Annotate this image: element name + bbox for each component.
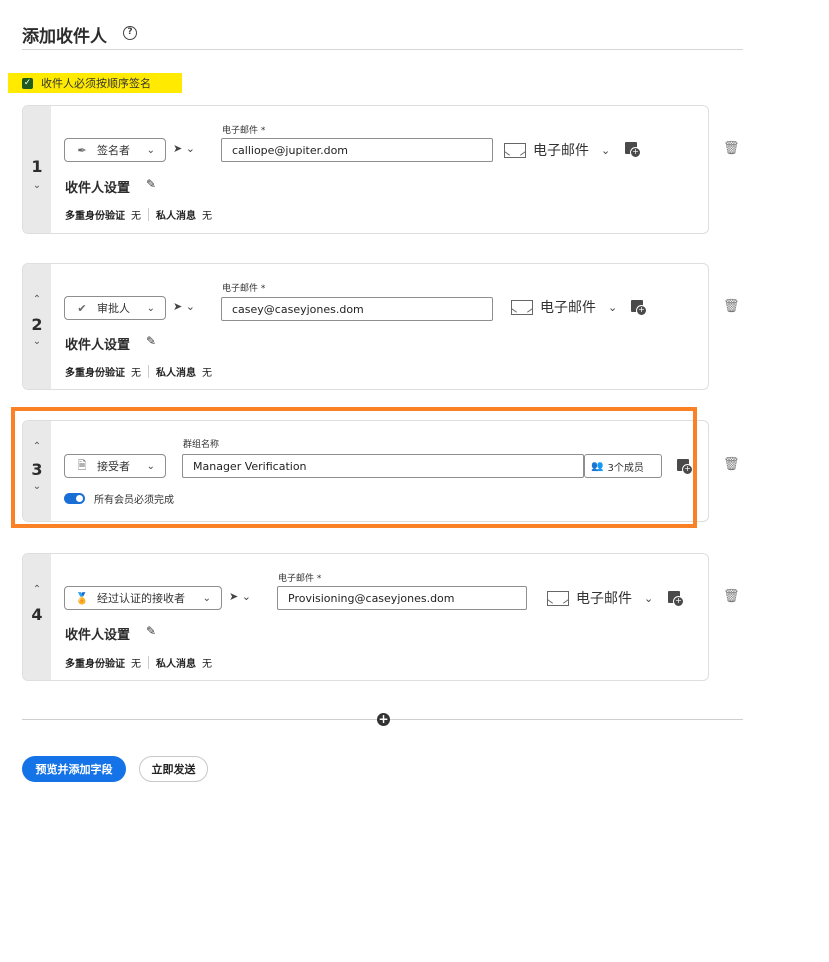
- order-gutter: ⌃ 2 ⌄: [23, 264, 51, 389]
- move-up-icon[interactable]: ⌃: [23, 584, 51, 595]
- delete-trash-icon[interactable]: 🗑: [723, 589, 740, 604]
- preview-add-fields-button[interactable]: 预览并添加字段: [22, 756, 126, 782]
- recipient-meta: 多重身份验证 无 私人消息 无: [65, 207, 212, 222]
- send-now-button[interactable]: 立即发送: [139, 756, 208, 782]
- divider: [22, 49, 743, 50]
- message-value: 无: [202, 368, 212, 379]
- mfa-value: 无: [131, 211, 141, 222]
- recipient-card-4: ⌃ 4 🏅 经过认证的接收者 ⌄ ➤ ⌄ 电子邮件 * Provisioning…: [22, 553, 709, 681]
- role-dropdown[interactable]: 🏅 经过认证的接收者 ⌄: [64, 586, 222, 610]
- delivery-dropdown[interactable]: ➤ ⌄: [173, 300, 195, 313]
- recipient-settings-label: 收件人设置: [65, 181, 131, 196]
- mfa-key: 多重身份验证: [65, 368, 125, 379]
- auth-method-label: 电子邮件: [540, 300, 596, 316]
- email-label: 电子邮件 *: [222, 126, 266, 136]
- add-recipient-plus-icon[interactable]: +: [377, 713, 390, 726]
- chevron-down-icon: ⌄: [202, 592, 211, 604]
- mfa-value: 无: [131, 368, 141, 379]
- envelope-icon: [547, 590, 569, 606]
- edit-pencil-icon[interactable]: ✎: [146, 177, 156, 191]
- chevron-down-icon: ⌄: [146, 302, 155, 314]
- order-gutter: 1 ⌄: [23, 106, 51, 233]
- send-icon: ➤: [173, 142, 183, 155]
- delivery-dropdown[interactable]: ➤ ⌄: [229, 590, 251, 603]
- email-label: 电子邮件 *: [222, 284, 266, 294]
- highlight-box: [11, 407, 697, 528]
- chevron-down-icon: ⌄: [608, 300, 618, 314]
- envelope-icon: [504, 142, 526, 158]
- chevron-down-icon: ⌄: [241, 590, 251, 603]
- email-input[interactable]: casey@caseyjones.dom: [221, 297, 493, 321]
- chevron-down-icon: ⌄: [185, 300, 195, 313]
- message-key: 私人消息: [156, 368, 196, 379]
- recipient-settings-label: 收件人设置: [65, 338, 131, 353]
- edit-pencil-icon[interactable]: ✎: [146, 624, 156, 638]
- recipient-card-1: 1 ⌄ ✒ 签名者 ⌄ ➤ ⌄ 电子邮件 * calliope@jupiter.…: [22, 105, 709, 234]
- delete-trash-icon[interactable]: 🗑: [723, 141, 740, 156]
- certificate-icon: 🏅: [75, 591, 89, 605]
- message-key: 私人消息: [156, 659, 196, 670]
- sequence-label: 收件人必须按顺序签名: [41, 77, 151, 90]
- delete-trash-icon[interactable]: 🗑: [723, 457, 740, 472]
- delivery-dropdown[interactable]: ➤ ⌄: [173, 142, 195, 155]
- auth-method-label: 电子邮件: [576, 591, 632, 607]
- email-label: 电子邮件 *: [278, 574, 322, 584]
- move-down-icon[interactable]: ⌄: [23, 180, 51, 191]
- chevron-down-icon: ⌄: [644, 591, 654, 605]
- checkbox-checked-icon[interactable]: ✓: [22, 77, 33, 89]
- email-input[interactable]: Provisioning@caseyjones.dom: [277, 586, 527, 610]
- recipient-settings-label: 收件人设置: [65, 628, 131, 643]
- auth-method-label: 电子邮件: [533, 143, 589, 159]
- page-title: 添加收件人: [22, 27, 107, 47]
- sequence-checkbox-row[interactable]: ✓ 收件人必须按顺序签名: [8, 73, 182, 93]
- send-icon: ➤: [173, 300, 183, 313]
- email-input[interactable]: calliope@jupiter.dom: [221, 138, 493, 162]
- auth-method-dropdown[interactable]: 电子邮件 ⌄: [511, 297, 617, 317]
- order-gutter: ⌃ 4: [23, 554, 51, 680]
- order-number: 4: [31, 605, 43, 624]
- help-icon[interactable]: ?: [123, 26, 137, 40]
- message-value: 无: [202, 211, 212, 222]
- chevron-down-icon: ⌄: [146, 144, 155, 156]
- auth-method-dropdown[interactable]: 电子邮件 ⌄: [504, 140, 610, 160]
- chevron-down-icon: ⌄: [601, 143, 611, 157]
- delete-trash-icon[interactable]: 🗑: [723, 299, 740, 314]
- role-label: 签名者: [97, 144, 130, 157]
- message-value: 无: [202, 659, 212, 670]
- move-down-icon[interactable]: ⌄: [23, 336, 51, 347]
- mfa-value: 无: [131, 659, 141, 670]
- role-dropdown[interactable]: ✒ 签名者 ⌄: [64, 138, 166, 162]
- recipient-meta: 多重身份验证 无 私人消息 无: [65, 655, 212, 670]
- chevron-down-icon: ⌄: [185, 142, 195, 155]
- role-label: 审批人: [97, 302, 130, 315]
- separator: [148, 656, 149, 669]
- role-label: 经过认证的接收者: [97, 592, 185, 605]
- role-dropdown[interactable]: ✔ 审批人 ⌄: [64, 296, 166, 320]
- recipient-card-2: ⌃ 2 ⌄ ✔ 审批人 ⌄ ➤ ⌄ 电子邮件 * casey@caseyjone…: [22, 263, 709, 390]
- move-up-icon[interactable]: ⌃: [23, 294, 51, 305]
- order-number: 2: [31, 315, 43, 334]
- auth-method-dropdown[interactable]: 电子邮件 ⌄: [547, 588, 653, 608]
- add-note-icon[interactable]: [668, 591, 684, 607]
- add-note-icon[interactable]: [625, 142, 641, 158]
- separator: [148, 365, 149, 378]
- message-key: 私人消息: [156, 211, 196, 222]
- envelope-icon: [511, 299, 533, 315]
- pen-icon: ✒: [77, 143, 87, 157]
- check-circle-icon: ✔: [77, 301, 87, 315]
- order-number: 1: [31, 157, 43, 176]
- mfa-key: 多重身份验证: [65, 211, 125, 222]
- mfa-key: 多重身份验证: [65, 659, 125, 670]
- add-note-icon[interactable]: [631, 300, 647, 316]
- send-icon: ➤: [229, 590, 239, 603]
- recipient-meta: 多重身份验证 无 私人消息 无: [65, 364, 212, 379]
- separator: [148, 208, 149, 221]
- edit-pencil-icon[interactable]: ✎: [146, 334, 156, 348]
